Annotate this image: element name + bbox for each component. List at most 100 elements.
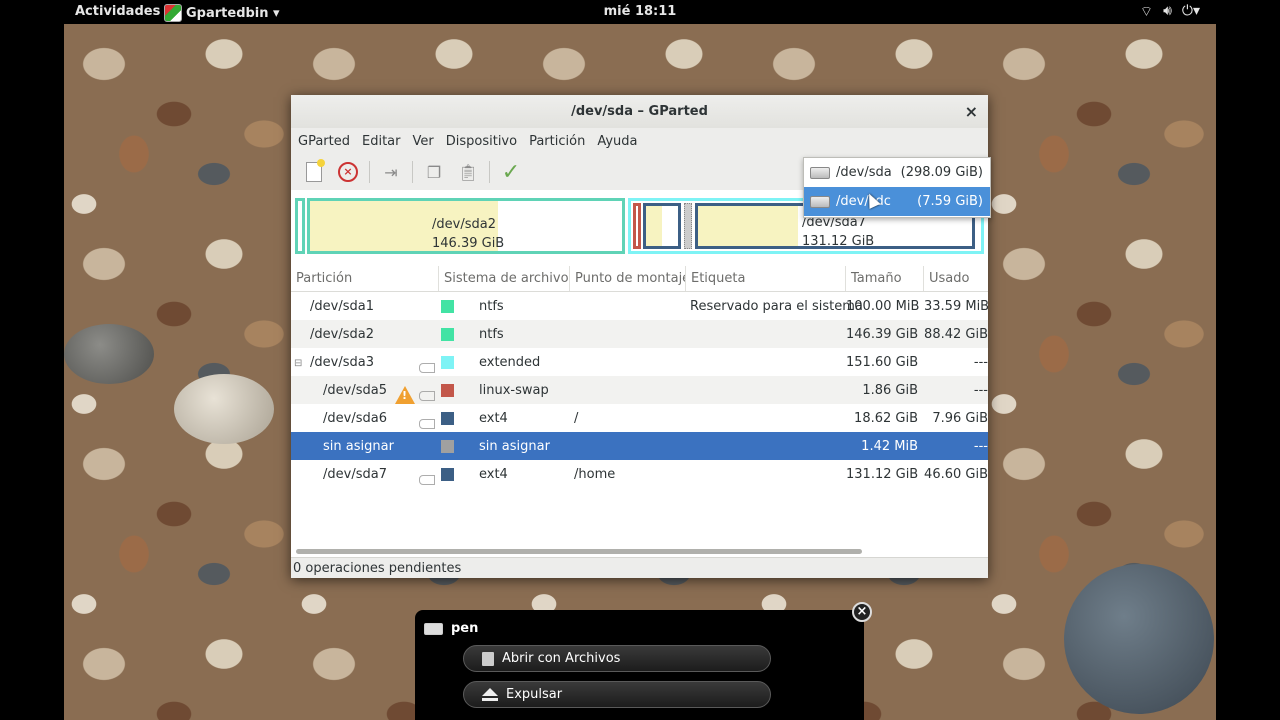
menu-editar[interactable]: Editar bbox=[361, 134, 402, 149]
table-row[interactable]: ⊟ /dev/sda3 extended 151.60 GiB --- bbox=[291, 348, 988, 376]
fs-name: sin asignar bbox=[479, 438, 550, 454]
network-wireless-icon[interactable]: ⌔ bbox=[1140, 3, 1153, 21]
usb-drive-icon bbox=[424, 623, 443, 635]
cell-filesystem: ext4 bbox=[439, 467, 570, 482]
lock-key-icon bbox=[419, 474, 435, 485]
fs-name: ntfs bbox=[479, 298, 504, 314]
cell-filesystem: ext4 bbox=[439, 411, 570, 426]
cell-used: 46.60 GiB bbox=[924, 466, 988, 482]
device-size: (298.09 GiB) bbox=[900, 165, 983, 180]
table-row-selected[interactable]: sin asignar sin asignar 1.42 MiB --- bbox=[291, 432, 988, 460]
partition-size: 146.39 GiB bbox=[432, 236, 505, 251]
column-header-filesystem[interactable]: Sistema de archivos bbox=[439, 266, 570, 291]
paste-icon: 📋︎ bbox=[457, 162, 479, 182]
partition-block-sda2[interactable]: /dev/sda2 146.39 GiB bbox=[307, 198, 625, 254]
column-header-used[interactable]: Usado bbox=[924, 266, 988, 291]
volume-icon[interactable]: 🔊︎ bbox=[1163, 3, 1172, 21]
top-bar: Actividades Gpartedbin ▾ mié 18:11 ⌔ 🔊︎ … bbox=[0, 0, 1280, 24]
cell-filesystem: extended bbox=[439, 355, 570, 370]
fs-color-swatch bbox=[441, 467, 454, 481]
eject-button[interactable]: Expulsar bbox=[463, 681, 771, 708]
fs-name: linux-swap bbox=[479, 382, 549, 398]
fs-color-swatch bbox=[441, 383, 454, 397]
cell-partition: ⊟ /dev/sda3 bbox=[291, 355, 439, 373]
horizontal-scrollbar[interactable] bbox=[296, 549, 862, 554]
eject-icon bbox=[482, 687, 498, 701]
cell-partition: sin asignar bbox=[323, 438, 394, 454]
partition-block-unallocated[interactable] bbox=[684, 203, 692, 249]
warning-icon[interactable] bbox=[395, 385, 415, 404]
column-header-particion[interactable]: Partición bbox=[291, 266, 439, 291]
cell-used: --- bbox=[973, 438, 988, 454]
partition-used-fill bbox=[698, 206, 798, 246]
cell-size: 151.60 GiB bbox=[846, 354, 919, 370]
table-row[interactable]: /dev/sda1 ntfs Reservado para el sistema… bbox=[291, 292, 988, 320]
menu-ayuda[interactable]: Ayuda bbox=[596, 134, 638, 149]
partition-block-sda1[interactable] bbox=[295, 198, 305, 254]
cell-used: 33.59 MiB bbox=[924, 298, 988, 314]
menu-particion[interactable]: Partición bbox=[528, 134, 586, 149]
disk-drive-icon bbox=[810, 166, 830, 179]
app-menu[interactable]: Gpartedbin ▾ bbox=[164, 4, 280, 22]
system-tray[interactable]: ⌔ 🔊︎ ⏻▾ bbox=[1140, 3, 1200, 21]
wallpaper-stone bbox=[174, 374, 274, 444]
cell-mountpoint: / bbox=[574, 410, 579, 426]
partition-block-sda5[interactable] bbox=[633, 203, 641, 249]
fs-color-swatch bbox=[441, 299, 454, 313]
fs-name: ntfs bbox=[479, 326, 504, 342]
device-size: (7.59 GiB) bbox=[917, 194, 983, 209]
cell-used: 88.42 GiB bbox=[924, 326, 988, 342]
table-row[interactable]: /dev/sda6 ext4 / 18.62 GiB 7.96 GiB bbox=[291, 404, 988, 432]
column-header-mountpoint[interactable]: Punto de montaje bbox=[570, 266, 686, 291]
close-window-icon[interactable]: × bbox=[965, 95, 978, 128]
cell-partition: /dev/sda7 bbox=[291, 466, 439, 485]
column-header-size[interactable]: Tamaño bbox=[846, 266, 924, 291]
toolbar-separator bbox=[489, 161, 490, 183]
open-with-files-button[interactable]: Abrir con Archivos bbox=[463, 645, 771, 672]
delete-partition-button[interactable]: × bbox=[335, 159, 361, 185]
cell-size: 18.62 GiB bbox=[854, 410, 918, 426]
device-dropdown-menu: /dev/sda (298.09 GiB) /dev/sdc (7.59 GiB… bbox=[803, 157, 991, 218]
cell-size: 146.39 GiB bbox=[846, 326, 919, 342]
fs-color-swatch bbox=[441, 327, 454, 341]
activities-button[interactable]: Actividades bbox=[75, 4, 160, 19]
cell-size: 100.00 MiB bbox=[846, 298, 920, 314]
close-notification-icon[interactable]: × bbox=[852, 602, 872, 622]
disk-drive-icon bbox=[810, 195, 830, 208]
partition-name: /dev/sda7 bbox=[323, 466, 387, 482]
table-row[interactable]: /dev/sda7 ext4 /home 131.12 GiB 46.60 Gi… bbox=[291, 460, 988, 488]
device-item-sda[interactable]: /dev/sda (298.09 GiB) bbox=[804, 158, 990, 187]
device-item-sdc[interactable]: /dev/sdc (7.59 GiB) bbox=[804, 187, 990, 216]
menu-gparted[interactable]: GParted bbox=[297, 134, 351, 149]
pending-operations-status: 0 operaciones pendientes bbox=[293, 561, 462, 576]
cell-size: 1.86 GiB bbox=[862, 382, 918, 398]
copy-icon: ❐ bbox=[426, 162, 442, 182]
new-partition-button[interactable] bbox=[301, 159, 327, 185]
delete-icon: × bbox=[338, 162, 358, 182]
clock[interactable]: mié 18:11 bbox=[604, 4, 677, 19]
collapse-expander-icon[interactable]: ⊟ bbox=[294, 358, 302, 369]
resize-move-button[interactable]: ⇥ bbox=[378, 159, 404, 185]
lock-key-icon bbox=[419, 362, 435, 373]
menu-dispositivo[interactable]: Dispositivo bbox=[445, 134, 518, 149]
files-icon bbox=[482, 651, 494, 666]
window-titlebar[interactable]: /dev/sda – GParted × bbox=[291, 95, 988, 128]
paste-button[interactable]: 📋︎ bbox=[455, 159, 481, 185]
cell-partition: /dev/sda5 bbox=[291, 382, 439, 404]
toolbar-separator bbox=[412, 161, 413, 183]
cell-label: Reservado para el sistema bbox=[690, 298, 863, 314]
fs-name: extended bbox=[479, 354, 541, 370]
table-row[interactable]: /dev/sda2 ntfs 146.39 GiB 88.42 GiB bbox=[291, 320, 988, 348]
partition-name: /dev/sda5 bbox=[323, 382, 387, 398]
table-row[interactable]: /dev/sda5 linux-swap 1.86 GiB --- bbox=[291, 376, 988, 404]
copy-button[interactable]: ❐ bbox=[421, 159, 447, 185]
partition-block-sda6[interactable] bbox=[643, 203, 681, 249]
fs-color-swatch bbox=[441, 411, 454, 425]
column-header-label[interactable]: Etiqueta bbox=[686, 266, 846, 291]
status-bar: 0 operaciones pendientes bbox=[291, 557, 988, 578]
power-icon[interactable]: ⏻▾ bbox=[1182, 3, 1200, 21]
cell-partition: /dev/sda6 bbox=[291, 411, 439, 429]
apply-button[interactable]: ✓ bbox=[498, 159, 524, 185]
cell-used: 7.96 GiB bbox=[932, 410, 988, 426]
menu-ver[interactable]: Ver bbox=[412, 134, 435, 149]
